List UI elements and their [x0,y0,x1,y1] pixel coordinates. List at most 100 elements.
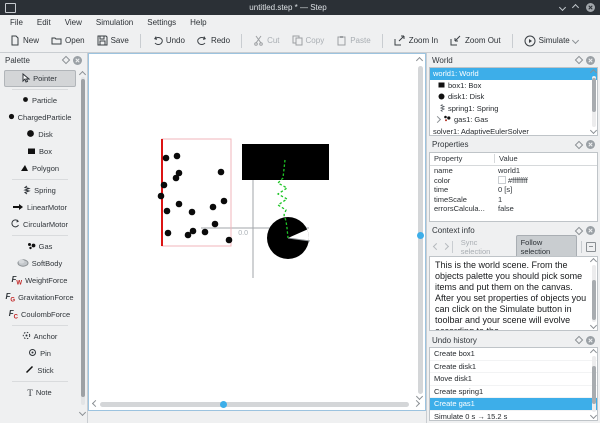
open-button[interactable]: Open [45,32,91,49]
undo-item[interactable]: Create disk1 [430,361,597,374]
back-icon[interactable] [433,243,440,250]
palette-header: Palette [0,53,87,67]
maximize-icon[interactable] [572,4,579,11]
palette-item-box[interactable]: Box [1,143,78,160]
canvas-column: 0.0 [88,53,426,423]
tree-item-solver1[interactable]: solver1: AdaptiveEulerSolver [430,126,597,136]
column-value[interactable]: Value [495,154,518,163]
redo-button[interactable]: Redo [191,32,236,49]
simulate-label: Simulate [539,36,570,45]
simulate-icon [524,35,536,47]
menu-view[interactable]: View [58,17,89,28]
float-panel-icon[interactable] [575,336,583,344]
expander-icon[interactable] [434,116,441,123]
tree-item-label: world1: World [433,69,479,78]
palette-item-linearmotor[interactable]: LinearMotor [1,199,78,216]
tree-item-spring1[interactable]: spring1: Spring [430,103,597,115]
gas-icon [27,242,36,252]
canvas-vertical-scroll-handle[interactable] [417,232,424,239]
property-row-color[interactable]: color #ffffffff [430,175,597,185]
palette-item-weightforce[interactable]: FW WeightForce [1,272,78,289]
undo-scrollbar[interactable] [592,356,596,412]
property-row-timescale[interactable]: timeScale 1 [430,194,597,204]
context-toolbar: Sync selection Follow selection [427,238,600,256]
context-text-area[interactable]: This is the world scene. From the object… [429,256,598,332]
menu-help[interactable]: Help [183,17,213,28]
close-panel-icon[interactable] [586,226,595,235]
palette-separator [12,89,68,90]
properties-table-header: Property Value [430,153,597,166]
sync-selection-button[interactable]: Sync selection [457,236,512,258]
palette-item-softbody[interactable]: SoftBody [1,255,78,272]
float-panel-icon[interactable] [575,56,583,64]
world-canvas[interactable]: 0.0 [88,53,426,411]
palette-item-label: Stick [37,366,53,375]
palette-item-disk[interactable]: Disk [1,126,78,143]
palette-item-gravitationforce[interactable]: FG GravitationForce [1,289,78,306]
palette-item-particle[interactable]: Particle [1,92,78,109]
undo-item-selected[interactable]: Create gas1 [430,398,597,411]
menu-settings[interactable]: Settings [140,17,183,28]
undo-item[interactable]: Simulate 0 s → 15.2 s [430,411,597,421]
menu-file[interactable]: File [3,17,30,28]
detach-icon[interactable] [586,242,596,252]
context-scrollbar[interactable] [592,265,596,323]
undo-item[interactable]: Create box1 [430,348,597,361]
toolbar-separator [241,34,242,48]
float-panel-icon[interactable] [575,226,583,234]
palette-item-anchor[interactable]: Anchor [1,328,78,345]
palette-item-note[interactable]: T Note [1,384,78,401]
separator [581,241,582,253]
palette-scrollbar[interactable] [81,77,85,405]
tree-item-world1[interactable]: world1: World [430,68,597,80]
palette-separator [12,325,68,326]
main-area: Palette Pointer Particle ChargedParticle [0,53,600,423]
minimize-icon[interactable] [559,4,566,11]
canvas-horizontal-scroll-handle[interactable] [220,401,227,408]
property-row-errorscalculation[interactable]: errorsCalcula... false [430,204,597,214]
palette-item-polygon[interactable]: Polygon [1,160,78,177]
forward-icon[interactable] [442,243,449,250]
tree-item-box1[interactable]: box1: Box [430,80,597,92]
zoom-in-button[interactable]: Zoom In [388,32,444,49]
palette-item-pointer[interactable]: Pointer [4,70,76,87]
menu-edit[interactable]: Edit [30,17,58,28]
world-scrollbar[interactable] [592,76,596,127]
close-panel-icon[interactable] [586,140,595,149]
palette-item-label: Pointer [33,74,57,83]
undo-button[interactable]: Undo [146,32,191,49]
menu-simulation[interactable]: Simulation [89,17,140,28]
save-button[interactable]: Save [91,32,135,49]
close-panel-icon[interactable] [586,56,595,65]
simulate-button[interactable]: Simulate [518,32,584,50]
palette-item-coulombforce[interactable]: FC CoulombForce [1,306,78,323]
tree-item-gas1[interactable]: gas1: Gas [430,114,597,126]
close-panel-icon[interactable] [73,56,82,65]
tree-item-disk1[interactable]: disk1: Disk [430,91,597,103]
color-swatch [498,176,506,184]
simulation-scene[interactable]: 0.0 [89,54,427,411]
palette-scroll-down-icon[interactable] [79,409,86,416]
float-panel-icon[interactable] [62,56,70,64]
canvas-horizontal-scrollbar[interactable] [100,402,409,407]
float-panel-icon[interactable] [575,141,583,149]
undo-history-panel: Undo history Create box1 Create disk1 Mo… [427,333,600,423]
undo-item[interactable]: Create spring1 [430,386,597,399]
column-property[interactable]: Property [430,154,495,163]
palette-item-spring[interactable]: Spring [1,182,78,199]
palette-item-circularmotor[interactable]: CircularMotor [1,216,78,233]
close-panel-icon[interactable] [586,336,595,345]
new-button[interactable]: New [4,32,45,49]
palette-item-pin[interactable]: Pin [1,345,78,362]
undo-icon [152,35,163,46]
zoom-out-button[interactable]: Zoom Out [444,32,507,49]
palette-item-chargedparticle[interactable]: ChargedParticle [1,109,78,126]
palette-item-stick[interactable]: Stick [1,362,78,379]
undo-item[interactable]: Move disk1 [430,373,597,386]
close-icon[interactable] [586,3,595,12]
property-row-time[interactable]: time 0 [s] [430,185,597,195]
canvas-vertical-scrollbar[interactable] [418,66,423,394]
property-row-name[interactable]: name world1 [430,166,597,176]
palette-item-gas[interactable]: Gas [1,238,78,255]
simulate-dropdown-icon[interactable] [572,37,579,44]
